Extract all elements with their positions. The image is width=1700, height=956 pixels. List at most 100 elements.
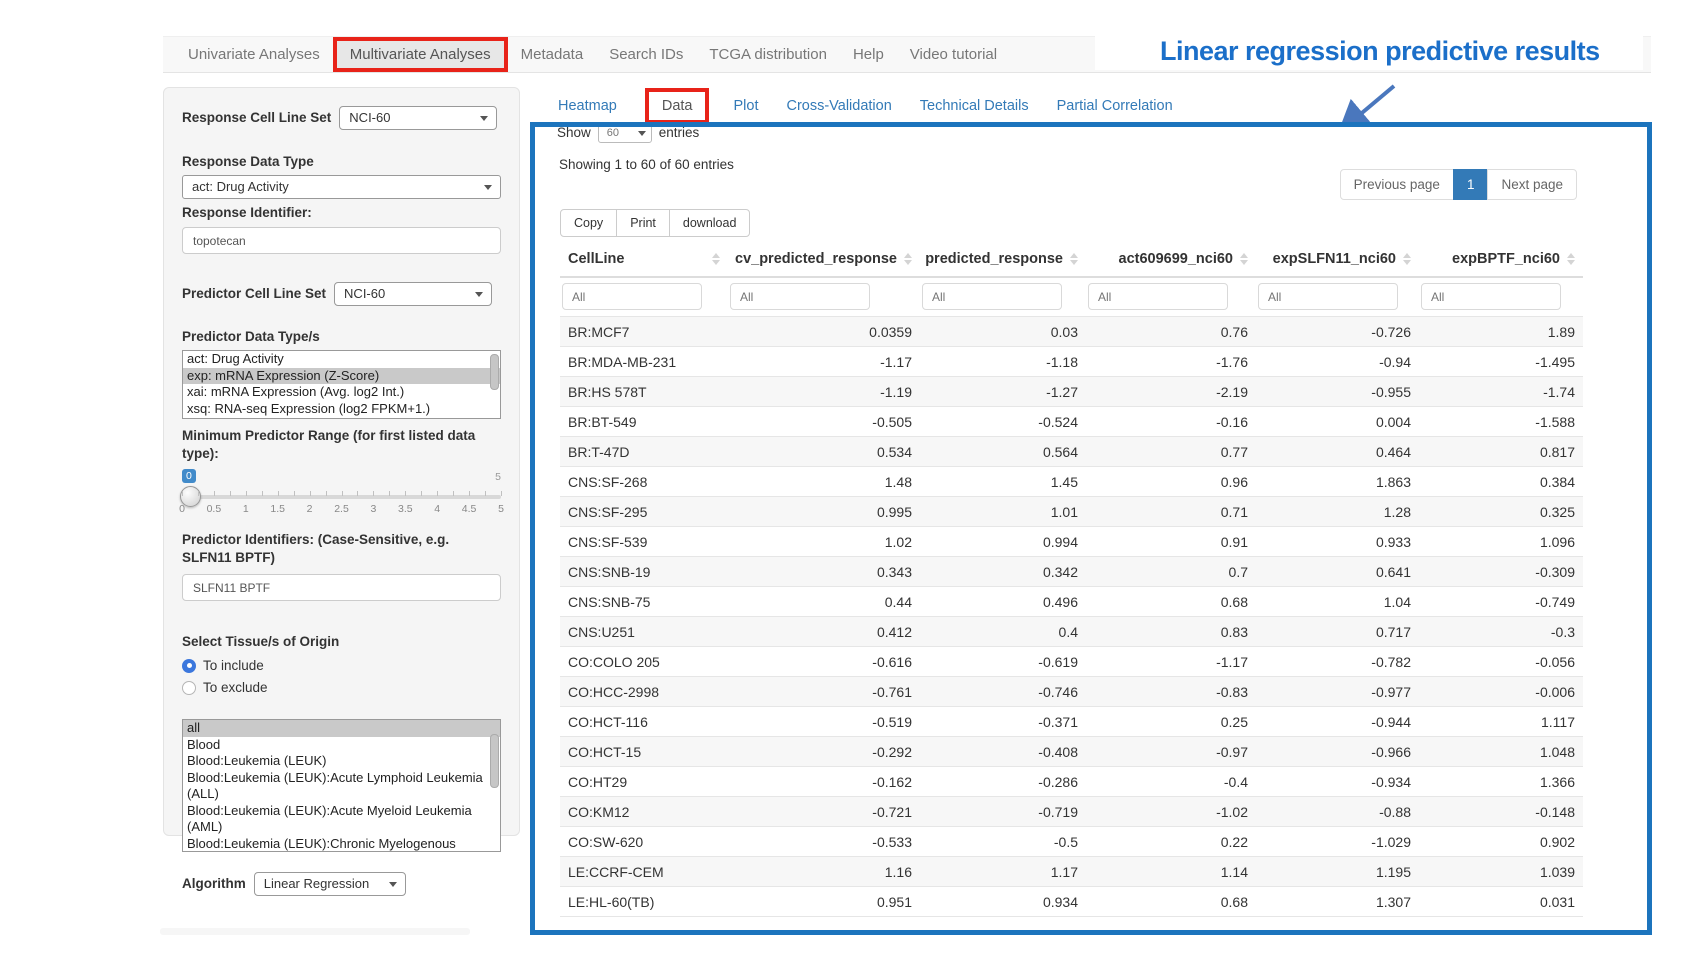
page-length-select[interactable]: 60 (598, 122, 652, 143)
nav-item-video-tutorial[interactable]: Video tutorial (897, 37, 1010, 72)
previous-page-button[interactable]: Previous page (1340, 169, 1454, 200)
filter-input-expbptf-nci60[interactable] (1421, 283, 1561, 310)
column-header-cv-predicted-response[interactable]: cv_predicted_response (728, 241, 920, 277)
nav-item-metadata[interactable]: Metadata (508, 37, 597, 72)
filter-input-expslfn11-nci60[interactable] (1258, 283, 1398, 310)
value-cell: -0.97 (1086, 737, 1256, 767)
predictor-option-xai-mrna-expression-avg-log2-int[interactable]: xai: mRNA Expression (Avg. log2 Int.) (183, 384, 500, 401)
tissue-option-blood-leukemia-leuk[interactable]: Blood:Leukemia (LEUK) (183, 753, 500, 770)
slider-tick-label: 0 (179, 503, 185, 515)
download-button[interactable]: download (669, 209, 751, 237)
tissue-option-blood[interactable]: Blood (183, 737, 500, 754)
algorithm-select[interactable]: Linear Regression (254, 872, 406, 896)
filter-input-cv-predicted-response[interactable] (730, 283, 870, 310)
tab-heatmap[interactable]: Heatmap (558, 98, 617, 114)
slider-tickmark (373, 491, 374, 496)
export-button-group: CopyPrintdownload (560, 209, 750, 237)
predictor-option-exp-mrna-expression-z-score[interactable]: exp: mRNA Expression (Z-Score) (183, 368, 500, 385)
cell-line-cell: LE:HL-60(TB) (560, 887, 728, 917)
tissue-origin-label: Select Tissue/s of Origin (182, 633, 501, 651)
value-cell: -1.76 (1086, 347, 1256, 377)
column-header-predicted-response[interactable]: predicted_response (920, 241, 1086, 277)
tab-technical-details[interactable]: Technical Details (920, 98, 1029, 114)
sort-icon[interactable] (1240, 253, 1248, 265)
slider-tickmark (342, 491, 343, 496)
data-results-panel: Show 60 entries Showing 1 to 60 of 60 en… (530, 122, 1652, 935)
sort-icon[interactable] (712, 253, 720, 265)
tab-plot[interactable]: Plot (733, 98, 758, 114)
sort-icon[interactable] (1403, 253, 1411, 265)
column-header-expbptf-nci60[interactable]: expBPTF_nci60 (1419, 241, 1583, 277)
value-cell: -1.18 (920, 347, 1086, 377)
value-cell: 0.91 (1086, 527, 1256, 557)
value-cell: 1.366 (1419, 767, 1583, 797)
tab-cross-validation[interactable]: Cross-Validation (786, 98, 891, 114)
print-button[interactable]: Print (616, 209, 670, 237)
tab-partial-correlation[interactable]: Partial Correlation (1057, 98, 1173, 114)
nav-item-multivariate-analyses[interactable]: Multivariate Analyses (333, 37, 508, 72)
tab-data[interactable]: Data (645, 88, 710, 124)
column-header-label: expSLFN11_nci60 (1273, 251, 1396, 267)
column-header-expslfn11-nci60[interactable]: expSLFN11_nci60 (1256, 241, 1419, 277)
tissue-exclude-radio[interactable]: To exclude (182, 680, 501, 695)
response-identifier-label: Response Identifier: (182, 204, 501, 222)
filter-input-predicted-response[interactable] (922, 283, 1062, 310)
page-1-button[interactable]: 1 (1453, 169, 1489, 200)
value-cell: 0.994 (920, 527, 1086, 557)
tissue-option-blood-leukemia-leuk-chronic-myelogenous-leukemia-cml[interactable]: Blood:Leukemia (LEUK):Chronic Myelogenou… (183, 836, 500, 853)
response-identifier-input[interactable] (182, 227, 501, 254)
value-cell: -0.746 (920, 677, 1086, 707)
tissue-option-blood-leukemia-leuk-acute-myeloid-leukemia-aml[interactable]: Blood:Leukemia (LEUK):Acute Myeloid Leuk… (183, 803, 500, 836)
slider-tick-label: 1 (243, 503, 249, 515)
filter-cell (920, 277, 1086, 317)
filter-input-act609699-nci60[interactable] (1088, 283, 1228, 310)
predictor-cell-line-set-select[interactable]: NCI-60 (334, 282, 492, 306)
copy-button[interactable]: Copy (560, 209, 617, 237)
predictor-option-xsq-rna-seq-expression-log2-fpkm-1[interactable]: xsq: RNA-seq Expression (log2 FPKM+1.) (183, 401, 500, 418)
slider-tick-label: 3 (370, 503, 376, 515)
value-cell: 0.717 (1256, 617, 1419, 647)
slider-tickmark (453, 491, 454, 496)
filter-input-cellline[interactable] (562, 283, 702, 310)
response-cell-line-set-select[interactable]: NCI-60 (339, 106, 497, 130)
nav-item-univariate-analyses[interactable]: Univariate Analyses (175, 37, 333, 72)
cell-line-cell: BR:MDA-MB-231 (560, 347, 728, 377)
cell-line-cell: CNS:SF-295 (560, 497, 728, 527)
tissue-listbox[interactable]: allBloodBlood:Leukemia (LEUK)Blood:Leuke… (182, 719, 501, 852)
value-cell: 0.0359 (728, 317, 920, 347)
predictor-data-types-label: Predictor Data Type/s (182, 328, 501, 346)
table-row: BR:BT-549-0.505-0.524-0.160.004-1.588 (560, 407, 1583, 437)
value-cell: -0.056 (1419, 647, 1583, 677)
nav-item-search-ids[interactable]: Search IDs (596, 37, 696, 72)
min-predictor-range-slider[interactable]: 0 5 00.511.522.533.544.55 (182, 469, 501, 521)
predictor-option-act-drug-activity[interactable]: act: Drug Activity (183, 351, 500, 368)
response-cell-line-set-label: Response Cell Line Set (182, 109, 331, 127)
sort-asc-icon (1240, 253, 1248, 258)
predictor-data-types-listbox[interactable]: act: Drug Activityexp: mRNA Expression (… (182, 350, 501, 419)
scrollbar-thumb[interactable] (490, 734, 499, 788)
tissue-option-all[interactable]: all (183, 720, 500, 737)
cell-line-cell: CNS:SNB-75 (560, 587, 728, 617)
tissue-include-radio[interactable]: To include (182, 658, 501, 673)
table-row: CNS:SF-2681.481.450.961.8630.384 (560, 467, 1583, 497)
column-header-act609699-nci60[interactable]: act609699_nci60 (1086, 241, 1256, 277)
predictor-identifiers-input[interactable] (182, 574, 501, 601)
nav-item-tcga-distribution[interactable]: TCGA distribution (696, 37, 840, 72)
sort-icon[interactable] (904, 253, 912, 265)
sort-icon[interactable] (1070, 253, 1078, 265)
slider-tickmark (182, 491, 183, 496)
value-cell: -2.19 (1086, 377, 1256, 407)
slider-max-label: 5 (495, 471, 501, 483)
column-header-cellline[interactable]: CellLine (560, 241, 728, 277)
page-length-value: 60 (607, 127, 619, 139)
tissue-option-blood-leukemia-leuk-acute-lymphoid-leukemia-all[interactable]: Blood:Leukemia (LEUK):Acute Lymphoid Leu… (183, 770, 500, 803)
cell-line-cell: CO:HT29 (560, 767, 728, 797)
next-page-button[interactable]: Next page (1487, 169, 1577, 200)
slider-tickmark (278, 491, 279, 496)
value-cell: -0.3 (1419, 617, 1583, 647)
nav-item-help[interactable]: Help (840, 37, 897, 72)
sort-icon[interactable] (1567, 253, 1575, 265)
scrollbar-thumb[interactable] (490, 354, 499, 390)
value-cell: -0.726 (1256, 317, 1419, 347)
response-data-type-select[interactable]: act: Drug Activity (182, 175, 501, 199)
